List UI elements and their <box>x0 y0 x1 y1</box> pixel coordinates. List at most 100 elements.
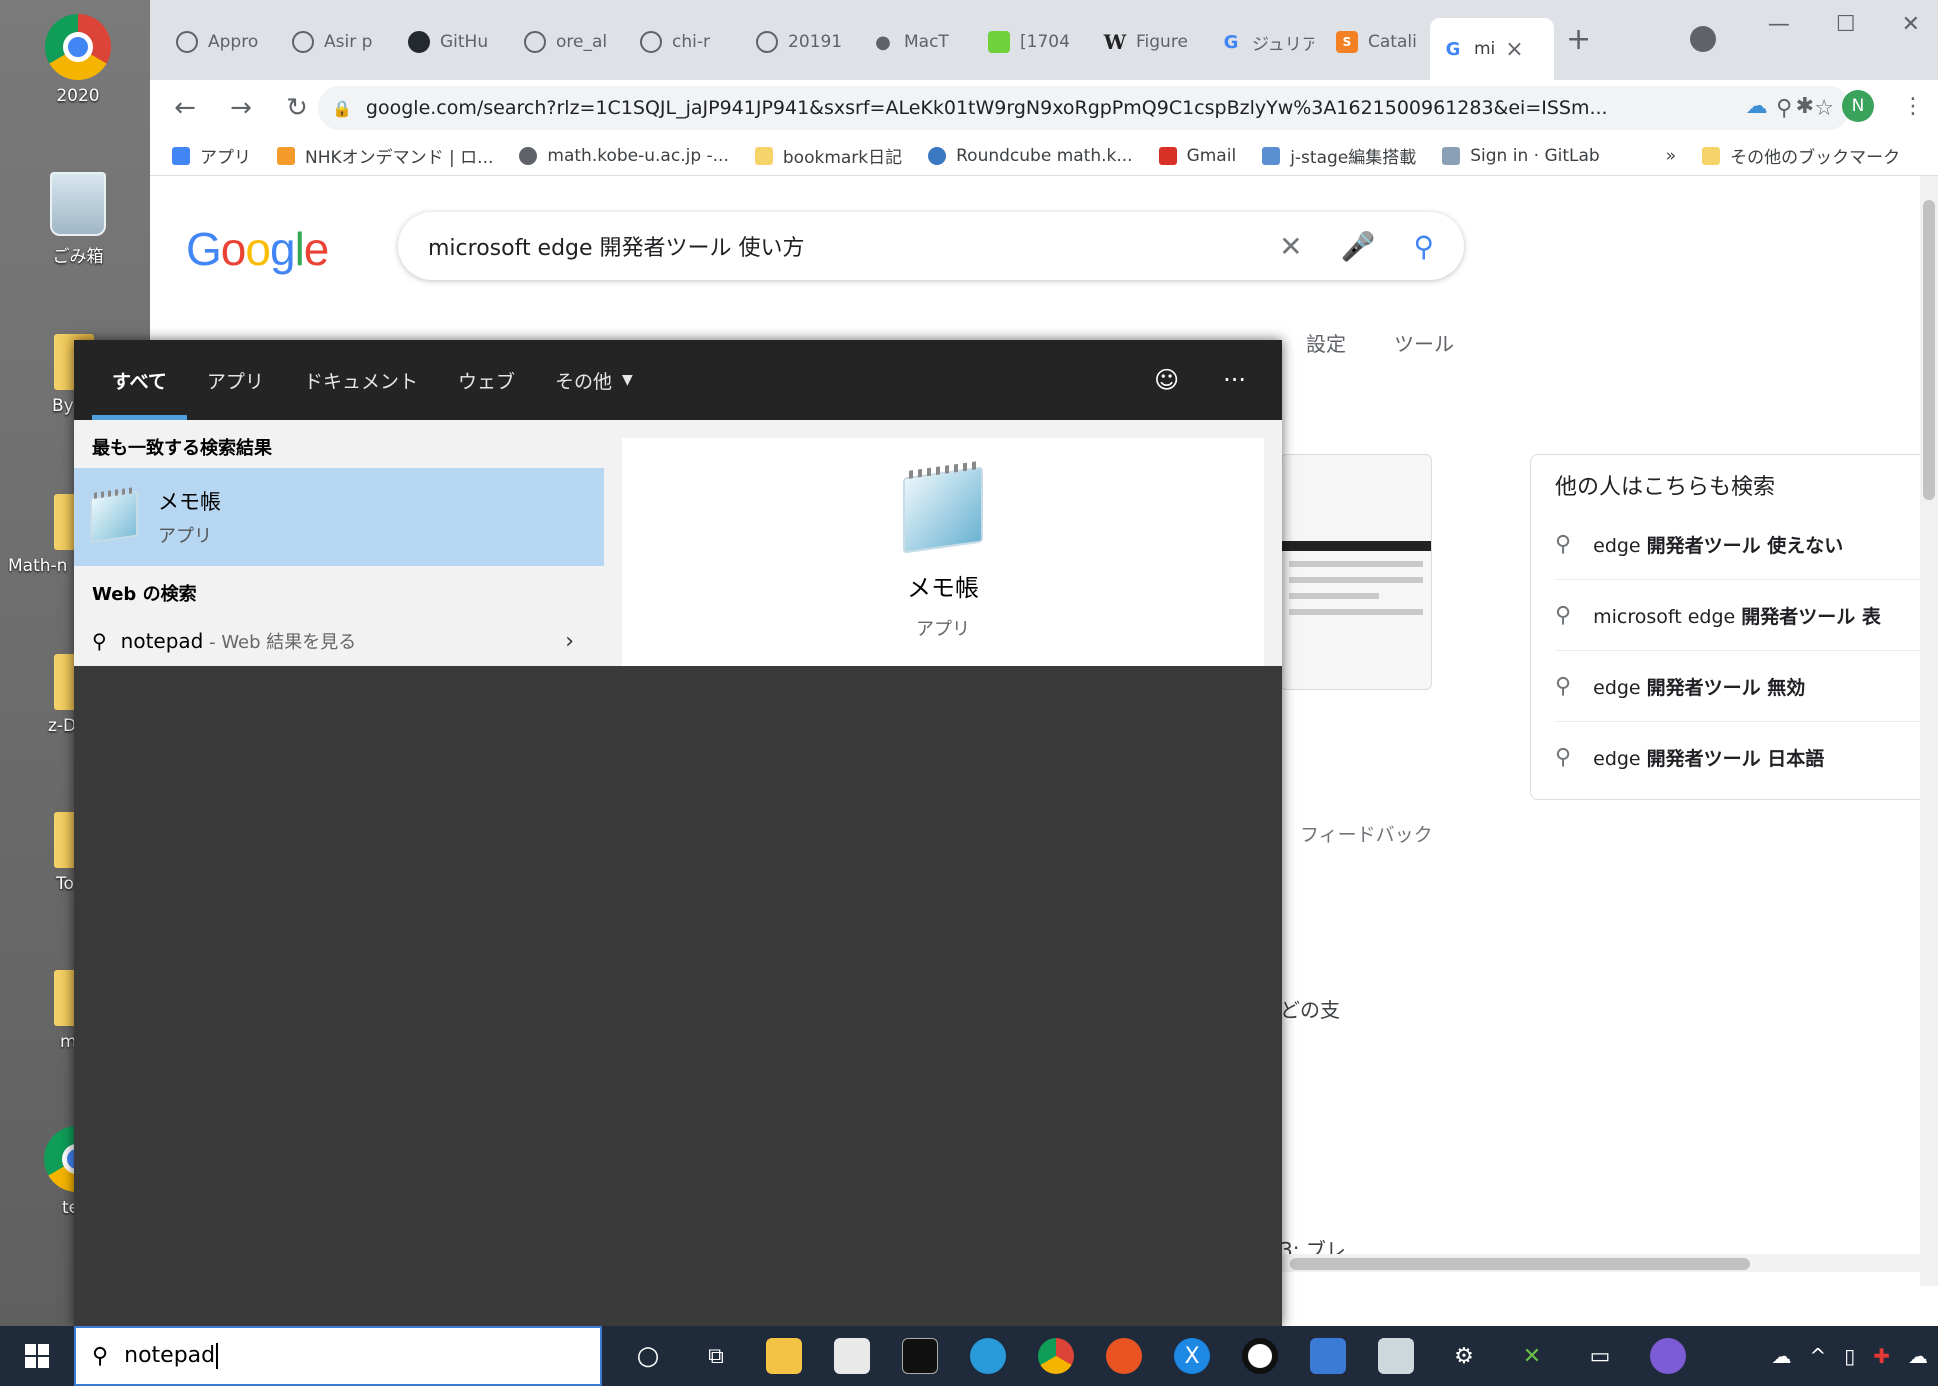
cloud-tray-icon[interactable]: ☁ <box>1908 1344 1928 1368</box>
window-controls: — ☐ ✕ <box>1768 12 1920 37</box>
search-icon: ⚲ <box>1555 745 1572 770</box>
tab-catalina[interactable]: S Catali <box>1324 22 1430 62</box>
app-tray-icon[interactable]: ✚ <box>1873 1344 1890 1368</box>
tab-github[interactable]: GitHu <box>396 22 502 62</box>
start-button[interactable] <box>0 1326 74 1386</box>
maximize-icon[interactable]: ☐ <box>1836 12 1856 37</box>
onedrive-icon[interactable]: ☁ <box>1771 1344 1791 1368</box>
jstage-icon <box>1262 146 1281 165</box>
filter-tab-web[interactable]: ウェブ <box>458 340 515 420</box>
ubuntu-icon[interactable] <box>1106 1338 1142 1374</box>
reload-icon[interactable]: ↻ <box>282 93 312 123</box>
bookmark-math-kobe[interactable]: math.kobe-u.ac.jp -... <box>519 146 729 166</box>
puzzle-extensions-icon[interactable]: ✱ <box>1796 94 1814 119</box>
search-query: microsoft edge 開発者ツール 使い方 <box>428 236 805 261</box>
bookmark-other[interactable]: その他のブックマーク <box>1702 143 1900 168</box>
feedback-link[interactable]: フィードバック <box>1300 820 1433 847</box>
x-app-icon[interactable]: X <box>1174 1338 1210 1374</box>
tab-1704[interactable]: [1704 <box>976 22 1082 62</box>
notepad-taskbar-icon[interactable] <box>1378 1338 1414 1374</box>
tab-mac[interactable]: ● MacT <box>860 22 966 62</box>
record-icon[interactable] <box>1242 1338 1278 1374</box>
best-match-notepad[interactable]: メモ帳 アプリ <box>74 468 604 566</box>
tab-settings[interactable]: 設定 <box>1306 328 1346 357</box>
page-horizontal-scrollbar[interactable] <box>1280 1254 1920 1272</box>
tab-tools[interactable]: ツール <box>1394 328 1454 357</box>
store-icon[interactable] <box>834 1338 870 1374</box>
bookmark-nhk[interactable]: NHKオンデマンド | ロ... <box>277 143 493 168</box>
forward-arrow-icon[interactable]: → <box>226 93 256 123</box>
filter-tab-apps[interactable]: アプリ <box>207 340 264 420</box>
bookmark-jstage[interactable]: j-stage編集搭載 <box>1262 143 1416 168</box>
new-tab-button[interactable]: + <box>1566 22 1591 57</box>
bookmark-diary[interactable]: bookmark日記 <box>754 143 902 168</box>
desktop-icon-recycle-bin[interactable]: ごみ箱 <box>8 172 148 267</box>
web-search-result[interactable]: ⚲ notepad - Web 結果を見る › <box>74 614 604 668</box>
related-search-item[interactable]: ⚲ edge 開発者ツール 無効 <box>1555 651 1925 722</box>
related-search-item[interactable]: ⚲ edge 開発者ツール 使えない <box>1555 509 1925 580</box>
tab-chi-r[interactable]: chi-r <box>628 22 734 62</box>
app-purple-icon[interactable] <box>1650 1338 1686 1374</box>
tab-appro[interactable]: Appro <box>164 22 270 62</box>
profile-avatar[interactable]: N <box>1842 90 1874 122</box>
related-search-item[interactable]: ⚲ microsoft edge 開発者ツール 表 <box>1555 580 1925 651</box>
clear-search-icon[interactable]: ✕ <box>1279 230 1302 263</box>
remote-desktop-icon[interactable]: ▭ <box>1582 1338 1618 1374</box>
app-x-icon[interactable]: ✕ <box>1514 1338 1550 1374</box>
taskbar-search-input[interactable]: ⚲ notepad <box>74 1326 602 1386</box>
microphone-icon[interactable]: 🎤 <box>1341 230 1376 263</box>
tab-asir[interactable]: Asir p <box>280 22 386 62</box>
filter-tab-more[interactable]: その他 ▼ <box>555 340 633 420</box>
apps-grid-icon <box>172 146 190 165</box>
address-bar[interactable]: 🔒 google.com/search?rlz=1C1SQJL_jaJP941J… <box>318 86 1850 130</box>
terminal-icon[interactable] <box>902 1338 938 1374</box>
google-search-box[interactable]: microsoft edge 開発者ツール 使い方 ✕ 🎤 ⚲ <box>398 212 1464 280</box>
filter-tab-all[interactable]: すべて <box>92 340 187 420</box>
search-filter-tabs: すべて アプリ ドキュメント ウェブ その他 ▼ ☺ ··· <box>74 340 1282 420</box>
related-search-item[interactable]: ⚲ edge 開発者ツール 日本語 <box>1555 722 1925 793</box>
cloud-extension-icon[interactable]: ☁ <box>1746 94 1768 119</box>
tab-20191[interactable]: 20191 <box>744 22 850 62</box>
feedback-person-icon[interactable]: ☺ <box>1154 366 1179 394</box>
tab-ore-al[interactable]: ore_al <box>512 22 618 62</box>
device-icon[interactable]: ▯ <box>1844 1344 1855 1368</box>
filter-tab-documents[interactable]: ドキュメント <box>304 340 418 420</box>
google-logo[interactable]: Google <box>186 222 329 276</box>
more-options-icon[interactable]: ··· <box>1223 366 1246 394</box>
search-icon: ⚲ <box>1555 531 1572 557</box>
tab-julia[interactable]: G ジュリア <box>1208 22 1314 62</box>
back-arrow-icon[interactable]: ← <box>170 93 200 123</box>
search-icon[interactable]: ⚲ <box>1413 230 1434 263</box>
chevron-up-icon[interactable]: ^ <box>1809 1344 1826 1368</box>
bookmark-gitlab[interactable]: Sign in · GitLab <box>1442 146 1600 166</box>
tab-google-search-active[interactable]: Gmi × <box>1430 18 1554 80</box>
bookmark-gmail[interactable]: Gmail <box>1158 146 1236 166</box>
file-explorer-icon[interactable] <box>766 1338 802 1374</box>
stackoverflow-icon: S <box>1336 31 1358 53</box>
extensions-area: ☁ ✱ N ⋮ <box>1746 90 1924 122</box>
tab-figure[interactable]: W Figure <box>1092 22 1198 62</box>
chevron-right-icon[interactable]: › <box>565 629 574 654</box>
result-thumbnail[interactable] <box>1280 454 1432 690</box>
chrome-icon[interactable] <box>1038 1338 1074 1374</box>
close-window-icon[interactable]: ✕ <box>1902 12 1920 37</box>
result-preview[interactable]: メモ帳 アプリ <box>622 438 1264 666</box>
menu-kebab-icon[interactable]: ⋮ <box>1902 94 1924 119</box>
bookmarks-overflow-button[interactable]: » <box>1666 146 1676 166</box>
tab-search-icon[interactable] <box>1690 26 1716 52</box>
search-icon: ⚲ <box>92 629 107 653</box>
taskbar: ⚲ notepad ○ ⧉ X ⚙ ✕ ▭ ☁ ^ ▯ ✚ ☁ <box>0 1326 1938 1386</box>
result-text-fragment: どの支 <box>1280 998 1340 1022</box>
calendar-icon[interactable] <box>1310 1338 1346 1374</box>
page-vertical-scrollbar[interactable] <box>1920 176 1938 1286</box>
task-view-icon[interactable]: ⧉ <box>698 1338 734 1374</box>
close-tab-icon[interactable]: × <box>1505 37 1523 62</box>
minimize-icon[interactable]: — <box>1768 12 1790 37</box>
bookmark-roundcube[interactable]: Roundcube math.k... <box>928 146 1133 166</box>
settings-gear-icon[interactable]: ⚙ <box>1446 1338 1482 1374</box>
cortana-icon[interactable]: ○ <box>630 1338 666 1374</box>
gitlab-icon <box>1442 146 1461 165</box>
edge-icon[interactable] <box>970 1338 1006 1374</box>
bookmark-apps[interactable]: アプリ <box>172 143 251 168</box>
desktop-icon-chrome-2020[interactable]: 2020 <box>8 14 148 106</box>
